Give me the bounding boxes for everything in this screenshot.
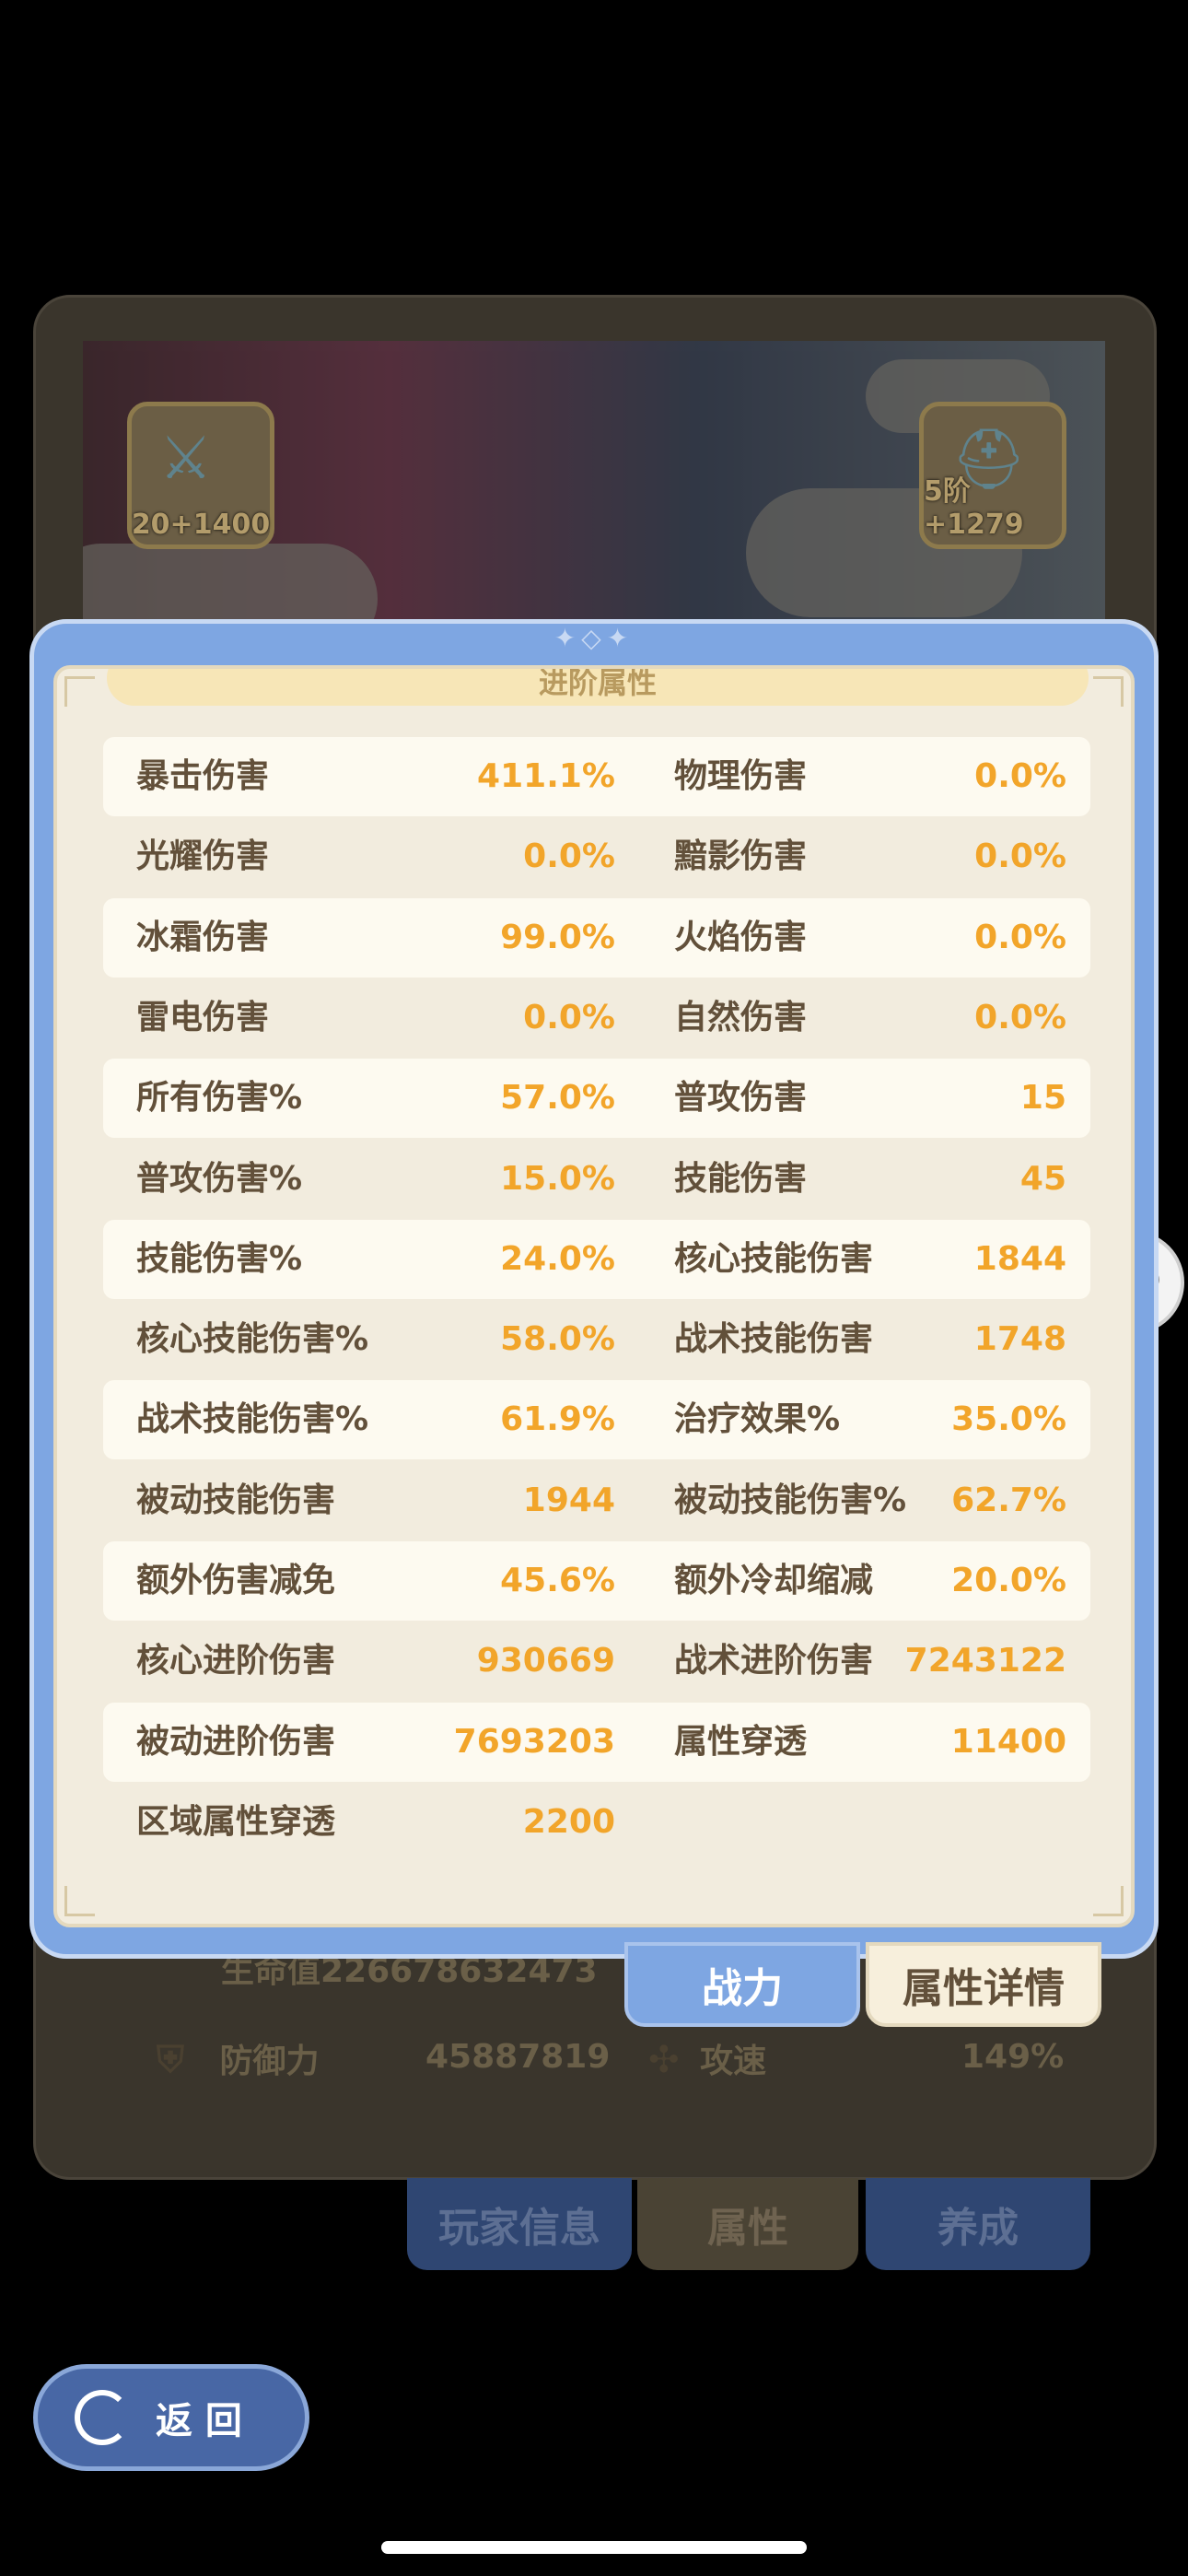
tab-cultivation[interactable]: 养成 [866,2178,1090,2270]
tab-power[interactable]: 战力 [624,1942,860,2027]
sword-icon: ⚔ [159,425,213,493]
attack-speed-label: 攻速 [700,2043,767,2080]
stat-label: 暴击伤害 [136,757,270,795]
stat-value: 11400 [950,1722,1066,1761]
tab-player-info[interactable]: 玩家信息 [407,2178,632,2270]
weapon-slot[interactable]: ⚔ 20+1400 [127,402,274,549]
attack-speed-row: ✣ 攻速 [648,2034,766,2082]
home-indicator [381,2541,807,2554]
armor-icon: ⛑ [951,426,1027,494]
tab-attributes[interactable]: 属性 [637,2178,858,2270]
stat-label: 战术技能伤害% [136,1400,369,1439]
stat-value: 45 [1019,1159,1066,1198]
defense-value: 45887819 [425,2038,611,2076]
stat-row: 区域属性穿透 2200 [103,1783,1090,1862]
section-header: 进阶属性 [107,665,1089,706]
speed-icon: ✣ [648,2039,680,2081]
stat-value: 20.0% [951,1562,1066,1599]
stat-label: 所有伤害% [136,1079,303,1118]
stat-row: 核心进阶伤害 930669 战术进阶伤害 7243122 [103,1622,1090,1701]
stat-value: 930669 [476,1642,615,1680]
attack-speed-value: 149% [961,2038,1065,2076]
back-arrow-icon [75,2390,130,2445]
stat-row: 暴击伤害 411.1% 物理伤害 0.0% [103,737,1090,816]
stat-label: 被动技能伤害 [136,1481,336,1519]
stat-value: 1944 [522,1481,615,1519]
stat-row: 所有伤害% 57.0% 普攻伤害 15 [103,1059,1090,1139]
tab-attribute-details[interactable]: 属性详情 [866,1942,1101,2027]
stat-label: 核心技能伤害% [136,1320,369,1359]
stat-value: 35.0% [951,1400,1066,1439]
stat-value: 0.0% [523,837,615,876]
stat-row: 技能伤害% 24.0% 核心技能伤害 1844 [103,1219,1090,1299]
corner-ornament-icon [1093,676,1124,707]
section-title: 进阶属性 [538,665,657,700]
stat-value: 411.1% [477,757,615,795]
back-button-label: 返 回 [156,2400,242,2442]
stat-row: 额外伤害减免 45.6% 额外冷却缩减 20.0% [103,1541,1090,1621]
stat-label: 被动进阶伤害 [136,1722,336,1761]
stat-value: 58.0% [500,1320,615,1359]
stat-row: 雷电伤害 0.0% 自然伤害 0.0% [103,978,1090,1058]
stat-value: 0.0% [974,837,1066,876]
stat-label: 额外伤害减免 [136,1562,336,1599]
stat-row: 战术技能伤害% 61.9% 治疗效果% 35.0% [103,1380,1090,1460]
stat-value: 1748 [973,1320,1066,1359]
stat-label: 冰霜伤害 [136,918,270,956]
weapon-slot-level: 20+1400 [131,509,271,541]
stat-value: 15.0% [500,1159,615,1198]
stat-value: 0.0% [523,998,615,1036]
stat-row: 光耀伤害 0.0% 黯影伤害 0.0% [103,817,1090,896]
stat-row: 冰霜伤害 99.0% 火焰伤害 0.0% [103,897,1090,978]
stat-value [882,1783,1066,1862]
stat-value: 99.0% [500,918,615,956]
corner-ornament-icon [64,1886,95,1916]
defense-row: ⛨ 防御力 [157,2034,320,2082]
stat-value: 45.6% [500,1562,615,1599]
corner-ornament-icon [1093,1886,1124,1916]
stat-label: 区域属性穿透 [136,1802,336,1841]
stat-row: 核心技能伤害% 58.0% 战术技能伤害 1748 [103,1300,1090,1379]
stat-value: 61.9% [500,1400,615,1439]
stat-row: 被动进阶伤害 7693203 属性穿透 11400 [103,1702,1090,1782]
armor-slot[interactable]: ⛑ 5阶+1279 [919,402,1066,549]
stat-label: 雷电伤害 [136,998,270,1036]
stat-value: 24.0% [500,1239,615,1278]
defense-label: 防御力 [219,2043,320,2080]
stat-value: 15 [1019,1079,1066,1118]
shield-icon: ⛨ [157,2039,184,2081]
stat-value: 0.0% [974,998,1066,1036]
attribute-list-panel[interactable]: 进阶属性 暴击伤害 411.1% 物理伤害 0.0% 光耀伤害 0.0% 黯影伤害 0.0% 冰… [53,665,1135,1927]
stat-value: 62.7% [951,1481,1066,1519]
stat-value: 7243122 [904,1642,1066,1680]
stat-label: 技能伤害% [136,1239,303,1278]
stat-value: 2200 [522,1802,615,1841]
stat-value: 7693203 [453,1722,615,1761]
stat-row: 被动技能伤害 1944 被动技能伤害% 62.7% [103,1461,1090,1540]
stat-value: 0.0% [974,918,1066,956]
back-button[interactable]: 返 回 [33,2364,309,2471]
stat-value: 1844 [973,1239,1066,1278]
corner-ornament-icon [64,676,95,707]
stat-label: 核心进阶伤害 [136,1642,336,1680]
stat-value: 0.0% [974,757,1066,795]
stat-label: 光耀伤害 [136,837,270,876]
stat-label: 普攻伤害% [136,1159,303,1198]
stat-row: 普攻伤害% 15.0% 技能伤害 45 [103,1140,1090,1219]
stat-value: 57.0% [500,1079,615,1118]
modal-ornament-icon: ✦◇✦ [553,623,635,653]
